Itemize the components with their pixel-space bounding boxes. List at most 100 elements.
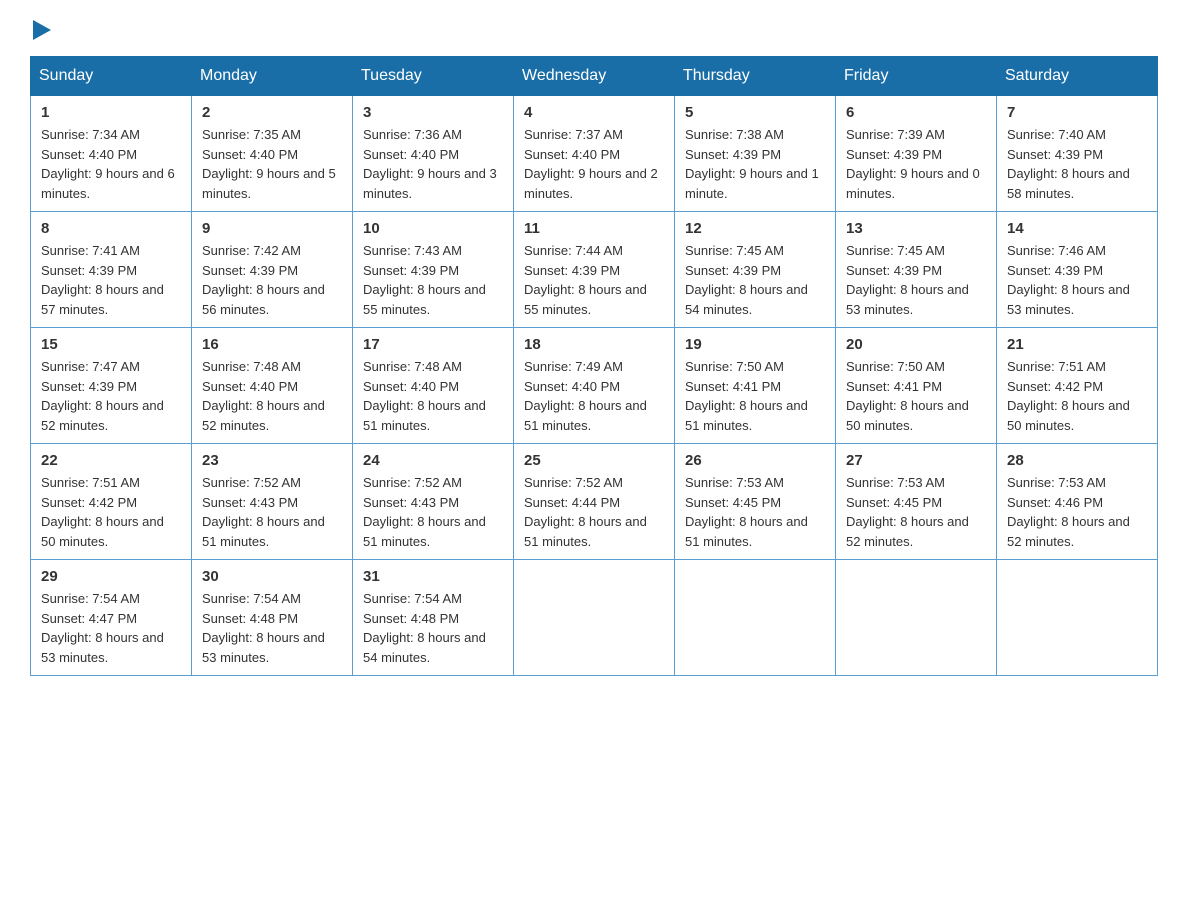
day-number: 19 <box>685 336 825 353</box>
day-info: Sunrise: 7:45 AMSunset: 4:39 PMDaylight:… <box>685 243 808 317</box>
day-info: Sunrise: 7:49 AMSunset: 4:40 PMDaylight:… <box>524 359 647 433</box>
calendar-cell: 13 Sunrise: 7:45 AMSunset: 4:39 PMDaylig… <box>836 212 997 328</box>
day-info: Sunrise: 7:35 AMSunset: 4:40 PMDaylight:… <box>202 127 336 201</box>
day-info: Sunrise: 7:45 AMSunset: 4:39 PMDaylight:… <box>846 243 969 317</box>
logo-arrow-icon <box>33 20 51 40</box>
day-info: Sunrise: 7:46 AMSunset: 4:39 PMDaylight:… <box>1007 243 1130 317</box>
day-of-week-header: Wednesday <box>514 57 675 96</box>
logo <box>30 20 51 36</box>
calendar-cell: 16 Sunrise: 7:48 AMSunset: 4:40 PMDaylig… <box>192 328 353 444</box>
day-number: 11 <box>524 220 664 237</box>
day-info: Sunrise: 7:53 AMSunset: 4:46 PMDaylight:… <box>1007 475 1130 549</box>
calendar-cell: 12 Sunrise: 7:45 AMSunset: 4:39 PMDaylig… <box>675 212 836 328</box>
calendar-cell: 10 Sunrise: 7:43 AMSunset: 4:39 PMDaylig… <box>353 212 514 328</box>
day-info: Sunrise: 7:48 AMSunset: 4:40 PMDaylight:… <box>363 359 486 433</box>
calendar-cell: 24 Sunrise: 7:52 AMSunset: 4:43 PMDaylig… <box>353 444 514 560</box>
day-number: 2 <box>202 104 342 121</box>
day-info: Sunrise: 7:50 AMSunset: 4:41 PMDaylight:… <box>685 359 808 433</box>
calendar-week-row: 29 Sunrise: 7:54 AMSunset: 4:47 PMDaylig… <box>31 560 1158 676</box>
day-of-week-header: Saturday <box>997 57 1158 96</box>
calendar-cell: 22 Sunrise: 7:51 AMSunset: 4:42 PMDaylig… <box>31 444 192 560</box>
day-of-week-header: Monday <box>192 57 353 96</box>
calendar-week-row: 22 Sunrise: 7:51 AMSunset: 4:42 PMDaylig… <box>31 444 1158 560</box>
calendar-cell: 2 Sunrise: 7:35 AMSunset: 4:40 PMDayligh… <box>192 96 353 212</box>
day-info: Sunrise: 7:47 AMSunset: 4:39 PMDaylight:… <box>41 359 164 433</box>
day-info: Sunrise: 7:52 AMSunset: 4:44 PMDaylight:… <box>524 475 647 549</box>
calendar-cell: 14 Sunrise: 7:46 AMSunset: 4:39 PMDaylig… <box>997 212 1158 328</box>
calendar-header-row: SundayMondayTuesdayWednesdayThursdayFrid… <box>31 57 1158 96</box>
calendar-cell <box>675 560 836 676</box>
day-info: Sunrise: 7:37 AMSunset: 4:40 PMDaylight:… <box>524 127 658 201</box>
day-number: 16 <box>202 336 342 353</box>
day-info: Sunrise: 7:54 AMSunset: 4:47 PMDaylight:… <box>41 591 164 665</box>
calendar-cell: 8 Sunrise: 7:41 AMSunset: 4:39 PMDayligh… <box>31 212 192 328</box>
calendar-cell: 9 Sunrise: 7:42 AMSunset: 4:39 PMDayligh… <box>192 212 353 328</box>
day-number: 27 <box>846 452 986 469</box>
day-number: 9 <box>202 220 342 237</box>
day-info: Sunrise: 7:42 AMSunset: 4:39 PMDaylight:… <box>202 243 325 317</box>
day-number: 6 <box>846 104 986 121</box>
day-number: 4 <box>524 104 664 121</box>
calendar-cell: 31 Sunrise: 7:54 AMSunset: 4:48 PMDaylig… <box>353 560 514 676</box>
calendar-cell: 3 Sunrise: 7:36 AMSunset: 4:40 PMDayligh… <box>353 96 514 212</box>
calendar-table: SundayMondayTuesdayWednesdayThursdayFrid… <box>30 56 1158 676</box>
calendar-cell: 25 Sunrise: 7:52 AMSunset: 4:44 PMDaylig… <box>514 444 675 560</box>
calendar-cell: 29 Sunrise: 7:54 AMSunset: 4:47 PMDaylig… <box>31 560 192 676</box>
day-number: 14 <box>1007 220 1147 237</box>
calendar-cell: 27 Sunrise: 7:53 AMSunset: 4:45 PMDaylig… <box>836 444 997 560</box>
day-info: Sunrise: 7:44 AMSunset: 4:39 PMDaylight:… <box>524 243 647 317</box>
day-number: 7 <box>1007 104 1147 121</box>
calendar-cell: 1 Sunrise: 7:34 AMSunset: 4:40 PMDayligh… <box>31 96 192 212</box>
day-number: 10 <box>363 220 503 237</box>
calendar-cell <box>514 560 675 676</box>
day-number: 3 <box>363 104 503 121</box>
calendar-cell: 30 Sunrise: 7:54 AMSunset: 4:48 PMDaylig… <box>192 560 353 676</box>
calendar-week-row: 15 Sunrise: 7:47 AMSunset: 4:39 PMDaylig… <box>31 328 1158 444</box>
calendar-cell: 11 Sunrise: 7:44 AMSunset: 4:39 PMDaylig… <box>514 212 675 328</box>
calendar-cell: 19 Sunrise: 7:50 AMSunset: 4:41 PMDaylig… <box>675 328 836 444</box>
day-of-week-header: Thursday <box>675 57 836 96</box>
calendar-cell: 6 Sunrise: 7:39 AMSunset: 4:39 PMDayligh… <box>836 96 997 212</box>
calendar-cell: 23 Sunrise: 7:52 AMSunset: 4:43 PMDaylig… <box>192 444 353 560</box>
day-info: Sunrise: 7:48 AMSunset: 4:40 PMDaylight:… <box>202 359 325 433</box>
day-number: 12 <box>685 220 825 237</box>
day-info: Sunrise: 7:51 AMSunset: 4:42 PMDaylight:… <box>1007 359 1130 433</box>
calendar-week-row: 1 Sunrise: 7:34 AMSunset: 4:40 PMDayligh… <box>31 96 1158 212</box>
day-info: Sunrise: 7:52 AMSunset: 4:43 PMDaylight:… <box>202 475 325 549</box>
calendar-cell: 17 Sunrise: 7:48 AMSunset: 4:40 PMDaylig… <box>353 328 514 444</box>
calendar-cell: 18 Sunrise: 7:49 AMSunset: 4:40 PMDaylig… <box>514 328 675 444</box>
day-number: 31 <box>363 568 503 585</box>
day-of-week-header: Tuesday <box>353 57 514 96</box>
day-info: Sunrise: 7:38 AMSunset: 4:39 PMDaylight:… <box>685 127 819 201</box>
day-number: 17 <box>363 336 503 353</box>
day-info: Sunrise: 7:54 AMSunset: 4:48 PMDaylight:… <box>202 591 325 665</box>
day-number: 8 <box>41 220 181 237</box>
day-number: 20 <box>846 336 986 353</box>
day-number: 23 <box>202 452 342 469</box>
calendar-cell <box>836 560 997 676</box>
day-info: Sunrise: 7:43 AMSunset: 4:39 PMDaylight:… <box>363 243 486 317</box>
calendar-cell: 20 Sunrise: 7:50 AMSunset: 4:41 PMDaylig… <box>836 328 997 444</box>
calendar-cell: 5 Sunrise: 7:38 AMSunset: 4:39 PMDayligh… <box>675 96 836 212</box>
day-number: 24 <box>363 452 503 469</box>
calendar-week-row: 8 Sunrise: 7:41 AMSunset: 4:39 PMDayligh… <box>31 212 1158 328</box>
day-number: 1 <box>41 104 181 121</box>
day-info: Sunrise: 7:54 AMSunset: 4:48 PMDaylight:… <box>363 591 486 665</box>
day-of-week-header: Sunday <box>31 57 192 96</box>
day-info: Sunrise: 7:41 AMSunset: 4:39 PMDaylight:… <box>41 243 164 317</box>
day-info: Sunrise: 7:50 AMSunset: 4:41 PMDaylight:… <box>846 359 969 433</box>
day-number: 30 <box>202 568 342 585</box>
day-number: 21 <box>1007 336 1147 353</box>
calendar-cell: 7 Sunrise: 7:40 AMSunset: 4:39 PMDayligh… <box>997 96 1158 212</box>
day-info: Sunrise: 7:52 AMSunset: 4:43 PMDaylight:… <box>363 475 486 549</box>
calendar-cell: 26 Sunrise: 7:53 AMSunset: 4:45 PMDaylig… <box>675 444 836 560</box>
day-info: Sunrise: 7:36 AMSunset: 4:40 PMDaylight:… <box>363 127 497 201</box>
day-info: Sunrise: 7:53 AMSunset: 4:45 PMDaylight:… <box>846 475 969 549</box>
day-number: 13 <box>846 220 986 237</box>
day-number: 28 <box>1007 452 1147 469</box>
day-number: 25 <box>524 452 664 469</box>
day-info: Sunrise: 7:40 AMSunset: 4:39 PMDaylight:… <box>1007 127 1130 201</box>
page-header <box>30 20 1158 36</box>
day-number: 29 <box>41 568 181 585</box>
day-of-week-header: Friday <box>836 57 997 96</box>
